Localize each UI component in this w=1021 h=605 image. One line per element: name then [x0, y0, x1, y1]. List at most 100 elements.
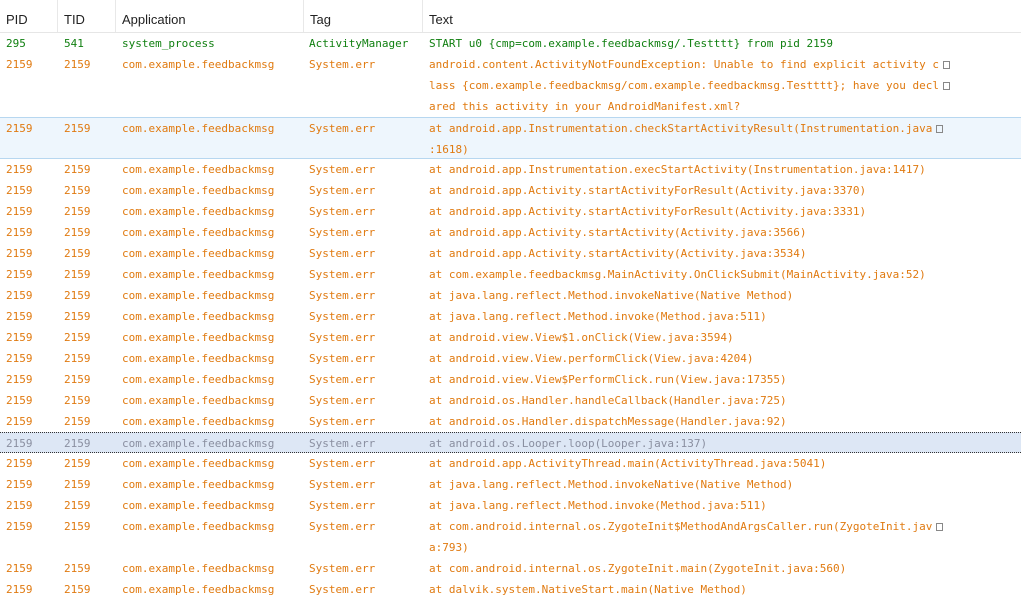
tid-cell: 2159 [64, 415, 91, 428]
text-line: at android.app.Activity.startActivityFor… [429, 180, 995, 201]
text-line-content: at android.view.View$1.onClick(View.java… [429, 331, 734, 344]
log-row[interactable]: 2159 2159 com.example.feedbackmsg System.er… [0, 180, 1021, 201]
log-row[interactable]: 2159 2159 com.example.feedbackmsg System.er… [0, 453, 1021, 474]
pid-cell: 2159 [6, 415, 33, 428]
application-cell: com.example.feedbackmsg [122, 163, 275, 176]
tid-cell: 541 [64, 37, 84, 50]
line-wrap-icon [942, 82, 950, 90]
text-cell: at android.os.Handler.handleCallback(Han… [429, 390, 995, 411]
column-header-tid[interactable]: TID [58, 0, 116, 32]
tid-cell: 2159 [64, 373, 91, 386]
tag-cell: System.err [309, 373, 376, 386]
application-cell: com.example.feedbackmsg [122, 373, 275, 386]
log-row[interactable]: 2159 2159 com.example.feedbackmsg System.er… [0, 159, 1021, 180]
pid-cell: 2159 [6, 122, 33, 135]
logcat-header: PID TID Application Tag Text [0, 0, 1021, 33]
tid-cell: 2159 [64, 478, 91, 491]
column-header-application[interactable]: Application [116, 0, 304, 32]
pid-cell: 2159 [6, 478, 33, 491]
application-cell: com.example.feedbackmsg [122, 268, 275, 281]
application-cell: com.example.feedbackmsg [122, 247, 275, 260]
text-line-content: lass {com.example.feedbackmsg/com.exampl… [429, 79, 939, 92]
log-row[interactable]: 2159 2159 com.example.feedbackmsg System.er… [0, 264, 1021, 285]
tag-cell: ActivityManager [309, 37, 409, 50]
log-row[interactable]: 2159 2159 com.example.feedbackmsg System.er… [0, 327, 1021, 348]
text-cell: at android.view.View$1.onClick(View.java… [429, 327, 995, 348]
application-cell: com.example.feedbackmsg [122, 394, 275, 407]
tid-cell: 2159 [64, 122, 91, 135]
text-line-content: ared this activity in your AndroidManife… [429, 100, 741, 113]
application-cell: com.example.feedbackmsg [122, 205, 275, 218]
tag-cell: System.err [309, 58, 376, 71]
tid-cell: 2159 [64, 184, 91, 197]
pid-cell: 2159 [6, 205, 33, 218]
log-row[interactable]: 2159 2159 com.example.feedbackmsg System.er… [0, 390, 1021, 411]
text-cell: at android.os.Handler.dispatchMessage(Ha… [429, 411, 995, 432]
log-row[interactable]: 2159 2159 com.example.feedbackmsg System.er… [0, 432, 1021, 453]
application-cell: com.example.feedbackmsg [122, 583, 275, 596]
log-row[interactable]: 2159 2159 com.example.feedbackmsg System.er… [0, 369, 1021, 390]
text-line: at android.app.Activity.startActivityFor… [429, 201, 995, 222]
text-line: at java.lang.reflect.Method.invokeNative… [429, 474, 995, 495]
application-cell: com.example.feedbackmsg [122, 499, 275, 512]
application-cell: com.example.feedbackmsg [122, 184, 275, 197]
tid-cell: 2159 [64, 268, 91, 281]
text-line: lass {com.example.feedbackmsg/com.exampl… [429, 75, 995, 96]
tid-cell: 2159 [64, 205, 91, 218]
log-row[interactable]: 2159 2159 com.example.feedbackmsg System.er… [0, 306, 1021, 327]
text-line-content: at java.lang.reflect.Method.invokeNative… [429, 478, 794, 491]
column-header-pid[interactable]: PID [0, 0, 58, 32]
application-cell: com.example.feedbackmsg [122, 289, 275, 302]
tid-cell: 2159 [64, 163, 91, 176]
log-row[interactable]: 2159 2159 com.example.feedbackmsg System.er… [0, 348, 1021, 369]
text-line: at android.app.Activity.startActivity(Ac… [429, 222, 995, 243]
log-row[interactable]: 2159 2159 com.example.feedbackmsg System.er… [0, 243, 1021, 264]
tag-cell: System.err [309, 247, 376, 260]
application-cell: com.example.feedbackmsg [122, 352, 275, 365]
tag-cell: System.err [309, 184, 376, 197]
pid-cell: 295 [6, 37, 26, 50]
application-cell: com.example.feedbackmsg [122, 122, 275, 135]
text-line: at com.android.internal.os.ZygoteInit.ma… [429, 558, 995, 579]
log-row[interactable]: 2159 2159 com.example.feedbackmsg System.er… [0, 201, 1021, 222]
text-line-content: at java.lang.reflect.Method.invoke(Metho… [429, 499, 767, 512]
tag-cell: System.err [309, 331, 376, 344]
pid-cell: 2159 [6, 58, 33, 71]
column-header-tag[interactable]: Tag [304, 0, 423, 32]
text-line-content: at android.os.Handler.dispatchMessage(Ha… [429, 415, 787, 428]
pid-cell: 2159 [6, 268, 33, 281]
log-row[interactable]: 2159 2159 com.example.feedbackmsg System.er… [0, 516, 1021, 558]
text-line: at android.app.ActivityThread.main(Activ… [429, 453, 995, 474]
text-line: at java.lang.reflect.Method.invoke(Metho… [429, 306, 995, 327]
text-cell: at java.lang.reflect.Method.invokeNative… [429, 285, 995, 306]
column-header-text[interactable]: Text [423, 0, 1021, 32]
log-row[interactable]: 2159 2159 com.example.feedbackmsg System.er… [0, 558, 1021, 579]
text-cell: at android.app.Instrumentation.checkStar… [429, 118, 995, 160]
text-line: at com.android.internal.os.ZygoteInit$Me… [429, 516, 995, 537]
text-line-content: at android.app.Instrumentation.execStart… [429, 163, 926, 176]
pid-cell: 2159 [6, 226, 33, 239]
tid-cell: 2159 [64, 437, 91, 450]
log-row[interactable]: 2159 2159 com.example.feedbackmsg System.er… [0, 117, 1021, 159]
pid-cell: 2159 [6, 437, 33, 450]
text-cell: at android.app.Instrumentation.execStart… [429, 159, 995, 180]
log-row[interactable]: 2159 2159 com.example.feedbackmsg System.er… [0, 54, 1021, 117]
log-row[interactable]: 2159 2159 com.example.feedbackmsg System.er… [0, 411, 1021, 432]
log-row[interactable]: 295 541 system_process ActivityManager START… [0, 33, 1021, 54]
log-row[interactable]: 2159 2159 com.example.feedbackmsg System.er… [0, 222, 1021, 243]
tid-cell: 2159 [64, 289, 91, 302]
log-row[interactable]: 2159 2159 com.example.feedbackmsg System.er… [0, 474, 1021, 495]
log-row[interactable]: 2159 2159 com.example.feedbackmsg System.er… [0, 495, 1021, 516]
text-cell: at android.os.Looper.loop(Looper.java:13… [429, 433, 995, 454]
tag-cell: System.err [309, 205, 376, 218]
text-line-content: START u0 {cmp=com.example.feedbackmsg/.T… [429, 37, 833, 50]
application-cell: com.example.feedbackmsg [122, 437, 275, 450]
tid-cell: 2159 [64, 394, 91, 407]
tid-cell: 2159 [64, 331, 91, 344]
pid-cell: 2159 [6, 352, 33, 365]
log-row[interactable]: 2159 2159 com.example.feedbackmsg System.er… [0, 579, 1021, 600]
text-line: at dalvik.system.NativeStart.main(Native… [429, 579, 995, 600]
log-row[interactable]: 2159 2159 com.example.feedbackmsg System.er… [0, 285, 1021, 306]
pid-cell: 2159 [6, 184, 33, 197]
application-cell: com.example.feedbackmsg [122, 226, 275, 239]
